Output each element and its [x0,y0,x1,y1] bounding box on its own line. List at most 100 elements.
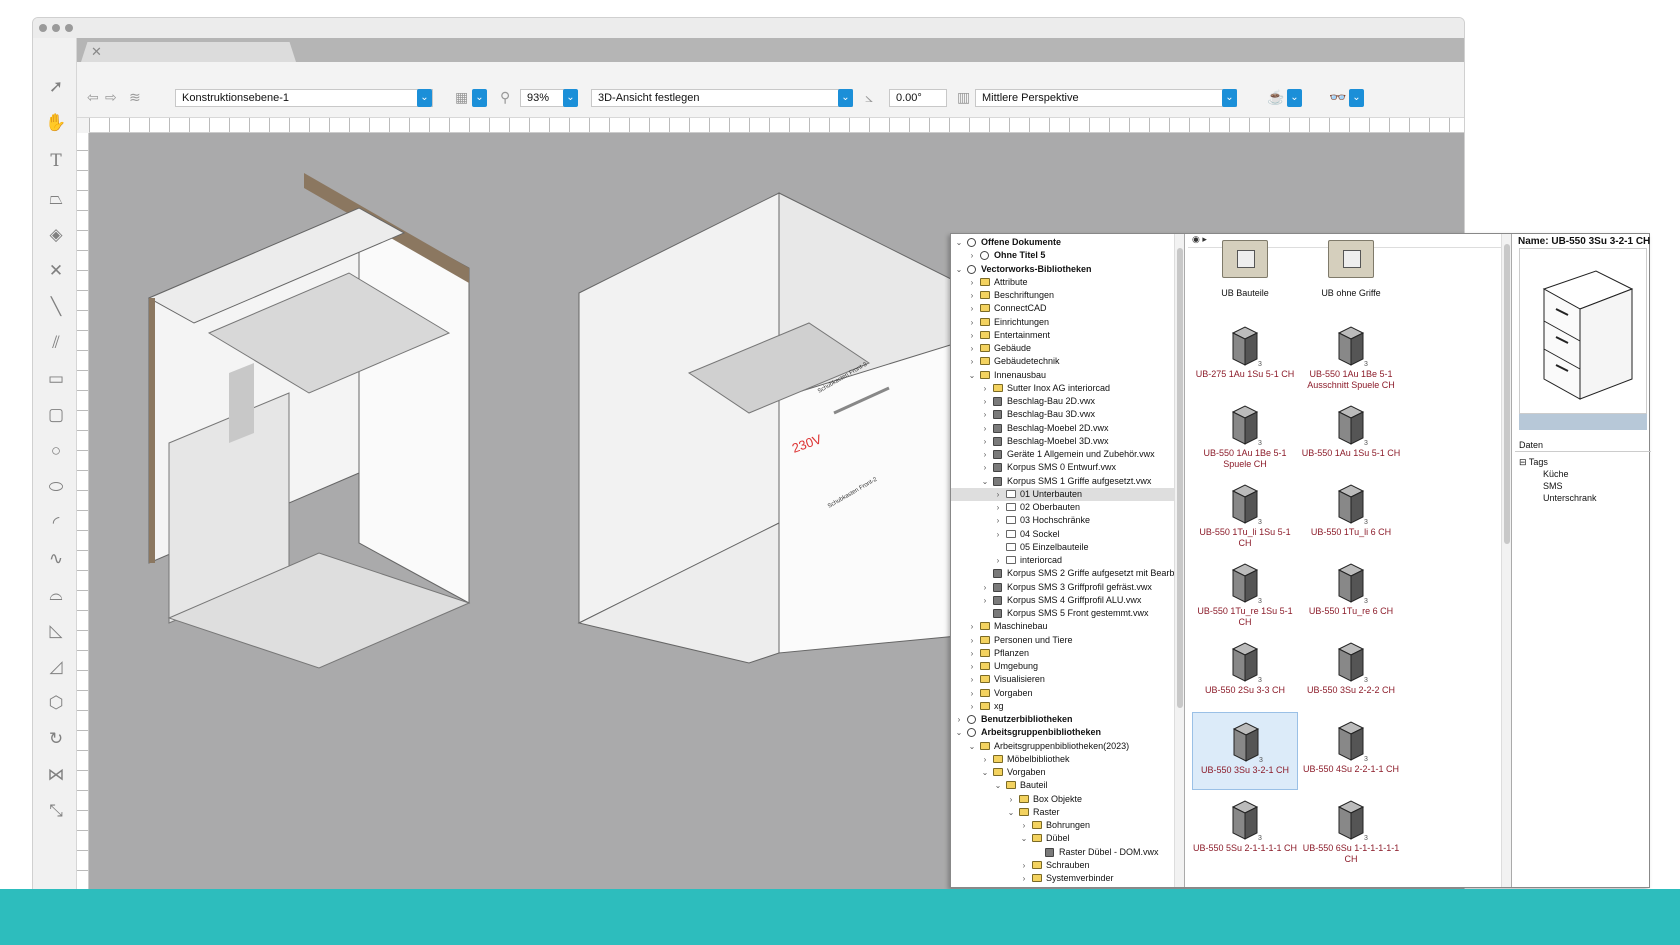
chevron-right-icon[interactable]: › [968,647,976,660]
tree-item[interactable]: › Personen und Tiere [951,634,1184,647]
tree-item[interactable]: ⌄ Korpus SMS 1 Griffe aufgesetzt.vwx [951,475,1184,488]
chevron-right-icon[interactable]: › [994,488,1002,501]
tree-item[interactable]: Korpus SMS 5 Front gestemmt.vwx [951,607,1184,620]
freehand-tool-icon[interactable]: ∿ [45,548,67,570]
tree-item[interactable]: ⌄ Bauteil [951,779,1184,792]
window-minimize-dot[interactable] [52,24,60,32]
chevron-right-icon[interactable]: › [968,634,976,647]
rounded-rectangle-tool-icon[interactable]: ▢ [45,404,67,426]
grid-scrollbar[interactable] [1501,234,1511,887]
layer-stack-icon[interactable]: ≋ [129,88,141,106]
view-dropdown-button[interactable]: ⌄ [838,89,853,107]
line-tool-icon[interactable]: ╲ [45,296,67,318]
tree-item[interactable]: › Umgebung [951,660,1184,673]
tree-item[interactable]: › Möbelbibliothek [951,753,1184,766]
render-settings-dropdown-button[interactable]: ⌄ [1287,89,1302,107]
tree-scroll-thumb[interactable] [1177,248,1183,708]
tree-item[interactable]: › 01 Unterbauten [951,487,1184,501]
chevron-down-icon[interactable]: ⌄ [955,236,963,249]
tree-item[interactable]: ⌄ Raster [951,806,1184,819]
dimension-tool-icon[interactable]: ⤡ [45,800,67,822]
chevron-right-icon[interactable]: › [1020,872,1028,885]
chevron-down-icon[interactable]: ⌄ [968,740,976,753]
resource-item[interactable]: 3 UB-550 2Su 3-3 CH [1192,633,1298,711]
chevron-right-icon[interactable]: › [968,276,976,289]
tree-item[interactable]: › Korpus SMS 3 Griffprofil gefräst.vwx [951,581,1184,594]
tree-item[interactable]: ⌄ Vectorworks-Bibliotheken [951,263,1184,276]
spiral-tool-icon[interactable]: ↻ [45,728,67,750]
chevron-right-icon[interactable]: › [968,316,976,329]
resource-item[interactable]: 3 UB-550 1Tu_li 6 CH [1298,475,1404,553]
tree-item[interactable]: ⌄ Offene Dokumente [951,236,1184,249]
tree-item[interactable]: › Pflanzen [951,647,1184,660]
chevron-down-icon[interactable]: ⌄ [1020,832,1028,845]
render-mode-icon[interactable]: ▦ [455,88,468,106]
tree-scrollbar[interactable] [1174,234,1184,887]
tree-item[interactable]: › Beschlag-Bau 3D.vwx [951,408,1184,421]
tree-item[interactable]: › Maschinebau [951,620,1184,633]
resource-item[interactable]: 3 UB-550 1Tu_re 1Su 5-1 CH [1192,554,1298,632]
previous-view-icon[interactable]: ⇦ [87,88,99,106]
tree-item[interactable]: › interiorcad [951,554,1184,567]
tags-collapse-icon[interactable]: ⊟ [1519,457,1527,467]
tree-item[interactable]: › Attribute [951,276,1184,289]
tree-item[interactable]: › Korpus SMS 4 Griffprofil ALU.vwx [951,594,1184,607]
plane-rotation-icon[interactable]: ⦣ [865,88,873,106]
resource-item[interactable]: 3 UB-550 1Au 1Be 5-1 Spuele CH [1192,396,1298,474]
next-view-icon[interactable]: ⇨ [105,88,117,106]
chevron-right-icon[interactable]: › [1020,859,1028,872]
resource-folder[interactable]: UB ohne Griffe [1298,238,1404,316]
projection-select[interactable]: Mittlere Perspektive [975,89,1237,107]
resource-item[interactable]: 3 UB-550 5Su 2-1-1-1-1 CH [1192,791,1298,869]
chevron-right-icon[interactable]: › [981,581,989,594]
tree-item[interactable]: › Einrichtungen [951,316,1184,329]
tree-item[interactable]: › 02 Oberbauten [951,501,1184,514]
tree-item[interactable]: › xg [951,700,1184,713]
tree-item[interactable]: › Geräte 1 Allgemein und Zubehör.vwx [951,448,1184,461]
chevron-right-icon[interactable]: › [1007,793,1015,806]
chevron-right-icon[interactable]: › [981,408,989,421]
tree-item[interactable]: › Beschlag-Moebel 2D.vwx [951,422,1184,435]
tree-item[interactable]: › Korpus SMS 0 Entwurf.vwx [951,461,1184,474]
projection-dropdown-button[interactable]: ⌄ [1222,89,1237,107]
resource-item[interactable]: 3 UB-275 1Au 1Su 5-1 CH [1192,317,1298,395]
chevron-right-icon[interactable]: › [994,514,1002,527]
tree-item[interactable]: 05 Einzelbauteile [951,541,1184,554]
tree-item[interactable]: › Benutzerbibliotheken [951,713,1184,726]
resource-item[interactable]: 3 UB-550 1Au 1Su 5-1 CH [1298,396,1404,474]
circle-tool-icon[interactable]: ○ [45,440,67,462]
tree-item[interactable]: › Visualisieren [951,673,1184,686]
tree-item[interactable]: › 03 Hochschränke [951,514,1184,527]
view-select[interactable]: 3D-Ansicht festlegen [591,89,853,107]
tree-item[interactable]: ⌄ Arbeitsgruppenbibliotheken [951,726,1184,739]
text-tool-icon[interactable]: T [45,150,67,172]
resource-item[interactable]: 3 UB-550 4Su 2-2-1-1 CH [1298,712,1404,790]
resource-item[interactable]: 3 UB-550 3Su 3-2-1 CH [1192,712,1298,790]
zoom-icon[interactable]: ⚲ [500,88,510,106]
tree-item[interactable]: Raster Dübel - DOM.vwx [951,846,1184,859]
tree-item[interactable]: ⌄ Vorgaben [951,766,1184,779]
resource-item[interactable]: 3 UB-550 1Au 1Be 5-1 Ausschnitt Spuele CH [1298,317,1404,395]
chevron-right-icon[interactable]: › [981,382,989,395]
chevron-right-icon[interactable]: › [994,528,1002,541]
chevron-right-icon[interactable]: › [968,342,976,355]
chevron-right-icon[interactable]: › [981,395,989,408]
polyline-tool-icon[interactable]: ⌓ [45,584,67,606]
selection-tool-icon[interactable]: ➚ [45,76,67,98]
chevron-right-icon[interactable]: › [968,249,976,262]
tree-item[interactable]: › Sutter Inox AG interiorcad [951,382,1184,395]
tree-item[interactable]: › Vorgaben [951,687,1184,700]
arc-tool-icon[interactable]: ◜ [45,512,67,534]
attribute-tool-icon[interactable]: ◈ [45,224,67,246]
chevron-right-icon[interactable]: › [968,302,976,315]
chevron-right-icon[interactable]: › [994,501,1002,514]
tree-item[interactable]: Korpus SMS 2 Griffe aufgesetzt mit Bearb… [951,567,1184,580]
chevron-right-icon[interactable]: › [981,435,989,448]
chevron-down-icon[interactable]: ⌄ [981,475,989,488]
zoom-field[interactable]: 93% [520,89,568,107]
locus-tool-icon[interactable]: ✕ [45,260,67,282]
chevron-right-icon[interactable]: › [955,713,963,726]
resource-item[interactable]: 3 UB-550 1Tu_re 6 CH [1298,554,1404,632]
tab-close-icon[interactable]: ✕ [91,44,102,59]
chevron-right-icon[interactable]: › [968,673,976,686]
